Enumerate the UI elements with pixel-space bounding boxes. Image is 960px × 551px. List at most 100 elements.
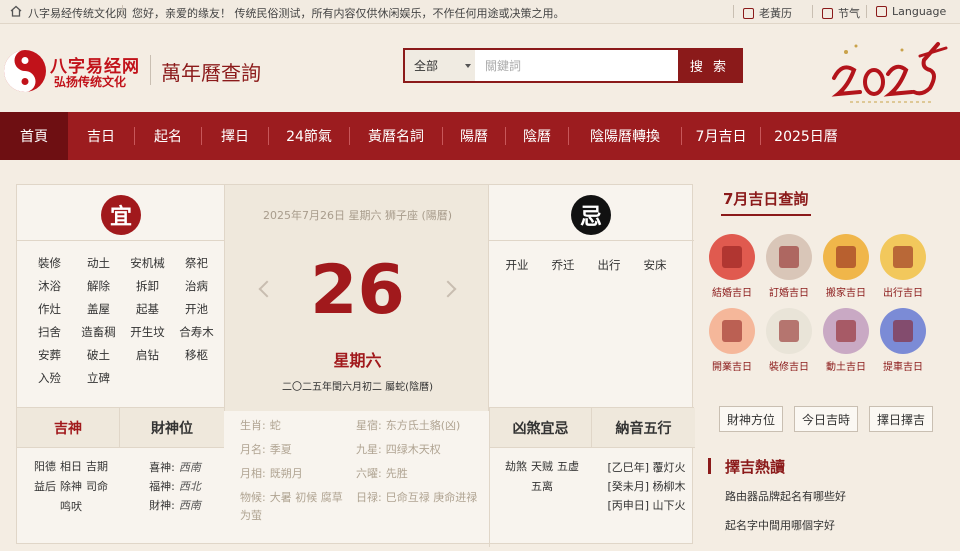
horse-icon[interactable] (880, 234, 926, 280)
yi-item[interactable]: 裝修 (25, 255, 74, 271)
top-bar: 八字易经传统文化网 您好，亲爱的缘友！ 传统民俗测试，所有内容仅供休闲娱乐，不作… (0, 0, 960, 24)
xiongsha-title: 凶煞宜忌 (490, 408, 592, 448)
language-link[interactable]: Language (876, 5, 946, 18)
almanac-key: 月相: (240, 467, 266, 480)
jiri-label[interactable]: 結婚吉日 (702, 284, 762, 299)
nav-item-24jieqi[interactable]: 24節氣 (269, 112, 349, 160)
yi-item[interactable]: 起基 (123, 301, 172, 317)
yi-item[interactable]: 祭祀 (172, 255, 221, 271)
jishen-item: 相日 (60, 460, 82, 473)
search-input[interactable] (475, 50, 678, 81)
yi-item[interactable]: 立碑 (74, 370, 123, 386)
drum-icon[interactable] (709, 308, 755, 354)
gift-icon[interactable] (766, 234, 812, 280)
almanac-value: 季夏 (269, 443, 292, 456)
hot-read-link[interactable]: 起名字中間用哪個字好 (725, 517, 835, 533)
today-jishi-button[interactable]: 今日吉時 (794, 406, 858, 432)
divider (866, 5, 867, 18)
caishen-direction-button[interactable]: 財神方位 (719, 406, 783, 432)
nav-item-huangli-terms[interactable]: 黃曆名詞 (350, 112, 442, 160)
logo-slogan: 弘扬传统文化 (54, 75, 127, 89)
section-marker (708, 458, 711, 474)
main-nav: 首頁 吉日 起名 擇日 24節氣 黃曆名詞 陽曆 陰曆 陰陽曆轉換 7月吉日 2… (0, 112, 960, 160)
almanac-value: 既朔月 (269, 467, 303, 480)
jiri-label[interactable]: 裝修吉日 (759, 358, 819, 373)
jishen-title: 吉神 (17, 408, 120, 448)
ji-badge-icon: 忌 (571, 195, 611, 235)
jiri-label[interactable]: 訂婚吉日 (759, 284, 819, 299)
yi-item[interactable]: 动土 (74, 255, 123, 271)
search-category-select[interactable]: 全部 (405, 50, 475, 81)
yi-item[interactable]: 盖屋 (74, 301, 123, 317)
lantern-icon[interactable] (880, 308, 926, 354)
calendar-icon (743, 7, 754, 19)
yi-item[interactable]: 扫舍 (25, 324, 74, 340)
page-title: 萬年曆查詢 (161, 61, 261, 85)
almanac-value: 巳命互禄 庚命进禄 (385, 491, 478, 504)
nav-item-jiri[interactable]: 吉日 (68, 112, 134, 160)
nav-item-yangli[interactable]: 陽曆 (443, 112, 505, 160)
yi-item[interactable]: 沐浴 (25, 278, 74, 294)
divider (733, 5, 734, 18)
hot-read-link[interactable]: 路由器品牌起名有哪些好 (725, 488, 846, 504)
jiri-label[interactable]: 出行吉日 (873, 284, 933, 299)
yi-item[interactable]: 启钻 (123, 347, 172, 363)
ji-item[interactable]: 开业 (494, 257, 540, 273)
shovel-icon[interactable] (823, 308, 869, 354)
jishen-item: 益后 (34, 480, 56, 493)
almanac-row: 星宿: 东方氐土貉(凶) (356, 417, 484, 435)
almanac-row: 生肖: 蛇 (240, 417, 352, 435)
yi-item[interactable]: 合寿木 (172, 324, 221, 340)
xiongsha-item: 五离 (531, 480, 553, 493)
yi-item[interactable]: 拆卸 (123, 278, 172, 294)
icon-glyph (893, 246, 913, 268)
jiri-label[interactable]: 提車吉日 (873, 358, 933, 373)
huangli-link[interactable]: 老黃历 (743, 5, 792, 21)
yi-item[interactable]: 破土 (74, 347, 123, 363)
solar-date-line: 2025年7月26日 星期六 狮子座 (陽曆) (262, 209, 453, 222)
yi-list: 裝修 动土 安机械 祭祀沐浴 解除 拆卸 治病作灶 盖屋 起基 开池扫舍 造畜稠 开生坟 合寿木安葬 破土… (25, 255, 221, 386)
yi-item[interactable]: 开生坟 (123, 324, 172, 340)
jishen-item: 司命 (86, 480, 108, 493)
nav-item-zeri[interactable]: 擇日 (202, 112, 268, 160)
moving-icon[interactable] (823, 234, 869, 280)
hot-reads-title: 擇吉熱讀 (725, 458, 786, 476)
caishen-direction: 西南 (178, 461, 201, 474)
yi-item[interactable]: 作灶 (25, 301, 74, 317)
caishen-label: 喜神: (149, 461, 175, 474)
yin-yang-logo-icon[interactable] (2, 48, 48, 94)
jiri-label[interactable]: 搬家吉日 (816, 284, 876, 299)
nav-item-july-jiri[interactable]: 7月吉日 (682, 112, 760, 160)
yi-item[interactable]: 安机械 (123, 255, 172, 271)
yi-item[interactable]: 造畜稠 (74, 324, 123, 340)
home-icon[interactable] (10, 5, 22, 17)
almanac-key: 星宿: (356, 419, 382, 432)
nav-item-home[interactable]: 首頁 (0, 112, 68, 160)
year-2025-art (831, 42, 948, 103)
ji-item[interactable]: 安床 (632, 257, 678, 273)
jiri-label[interactable]: 開業吉日 (702, 358, 762, 373)
almanac-value: 四绿木天权 (385, 443, 441, 456)
yi-item[interactable]: 开池 (172, 301, 221, 317)
wedding-icon[interactable] (709, 234, 755, 280)
yi-item[interactable]: 解除 (74, 278, 123, 294)
zeri-zeji-button[interactable]: 擇日擇吉 (869, 406, 933, 432)
jiri-label[interactable]: 動土吉日 (816, 358, 876, 373)
weekday: 星期六 (333, 351, 382, 370)
ji-item[interactable]: 出行 (586, 257, 632, 273)
jieqi-link[interactable]: 节气 (822, 5, 860, 21)
nav-item-qiming[interactable]: 起名 (135, 112, 201, 160)
yi-item[interactable]: 移柩 (172, 347, 221, 363)
yi-item[interactable]: 入殓 (25, 370, 74, 386)
search-button[interactable]: 搜 索 (678, 50, 741, 81)
nav-item-yinli[interactable]: 陰曆 (506, 112, 568, 160)
yi-item[interactable]: 安葬 (25, 347, 74, 363)
ji-item[interactable]: 乔迁 (540, 257, 586, 273)
site-name-link[interactable]: 八字易经传统文化网 (28, 5, 127, 21)
almanac-value: 蛇 (269, 419, 281, 432)
painting-icon[interactable] (766, 308, 812, 354)
nav-item-converter[interactable]: 陰陽曆轉換 (569, 112, 681, 160)
yi-item[interactable]: 治病 (172, 278, 221, 294)
nav-item-2025-calendar[interactable]: 2025日曆 (761, 112, 851, 160)
caishen-row: 福神: 西北 (127, 477, 223, 496)
